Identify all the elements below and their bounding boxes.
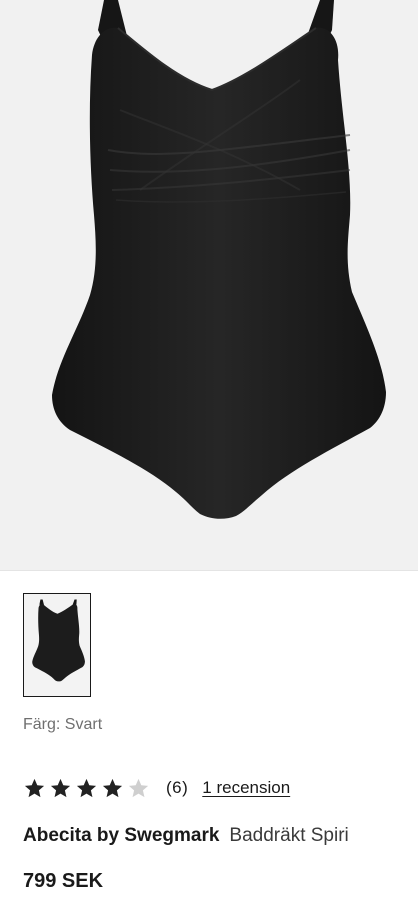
product-price: 799 SEK	[23, 870, 104, 892]
star-rating	[23, 777, 150, 800]
rating-count: (6)	[166, 778, 189, 797]
product-name: Baddräkt Spiri	[229, 825, 349, 846]
color-label: Färg: Svart	[23, 716, 103, 733]
star-filled-icon	[50, 778, 71, 797]
thumbnail-swimsuit-image	[24, 599, 90, 690]
product-main-image[interactable]	[0, 0, 418, 570]
star-empty-icon	[128, 778, 149, 797]
reviews-link[interactable]: 1 recension	[202, 778, 290, 798]
star-filled-icon	[24, 778, 45, 797]
brand-name[interactable]: Abecita by Swegmark	[23, 825, 219, 846]
rating-row: (6) 1 recension	[23, 776, 290, 800]
product-title: Abecita by Swegmark Baddräkt Spiri	[23, 824, 349, 848]
star-filled-icon	[102, 778, 123, 797]
star-filled-icon	[76, 778, 97, 797]
color-thumbnail-black[interactable]	[23, 593, 91, 697]
swimsuit-image	[52, 0, 386, 519]
product-page: Färg: Svart (6) 1 recension Abecita by S…	[0, 0, 418, 900]
divider	[0, 570, 418, 571]
